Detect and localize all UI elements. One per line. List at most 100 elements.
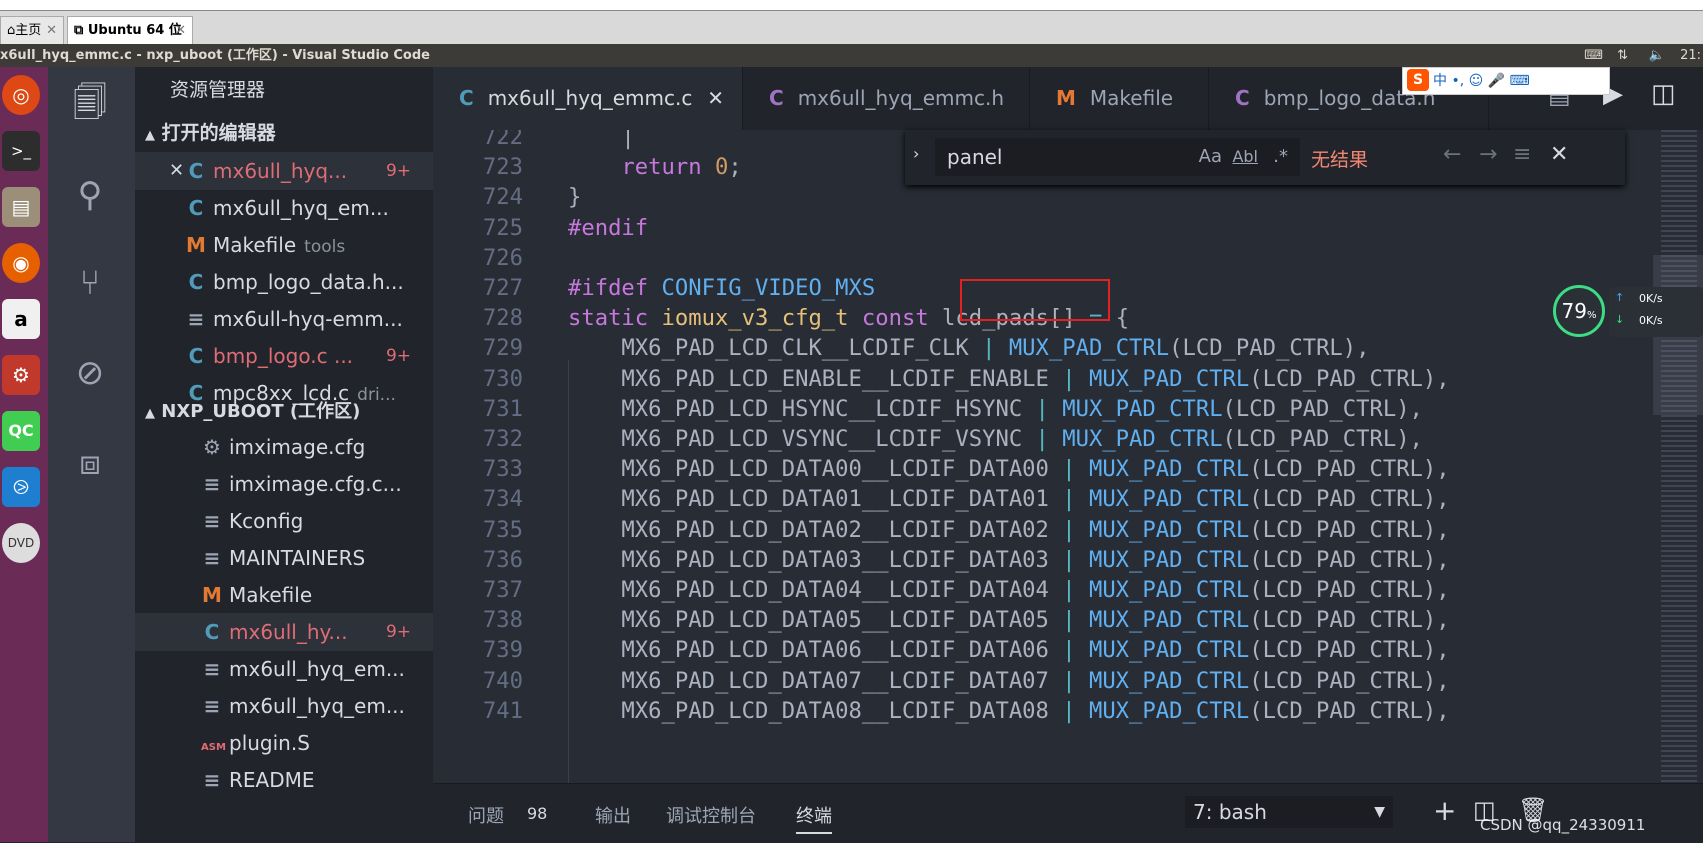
arrow-right-icon[interactable]: → <box>1479 142 1497 167</box>
vm-tab-ubuntu[interactable]: ⧉ Ubuntu 64 位 ✕ <box>67 16 193 44</box>
find-input[interactable]: panel Aa Abl .* <box>935 138 1300 176</box>
tab-debug-console[interactable]: 调试控制台 <box>666 802 756 828</box>
regex-toggle[interactable]: .* <box>1273 138 1288 176</box>
open-editor-item[interactable]: ✕ Cmx6ull_hyq... 9+ <box>135 152 433 190</box>
input-method-bar[interactable]: S中 •, ☺ 🎤 ⌨ <box>1402 67 1610 95</box>
close-icon[interactable]: ✕ <box>169 152 184 190</box>
code-line[interactable]: MX6_PAD_LCD_DATA06__LCDIF_DATA06 | MUX_P… <box>568 637 1449 663</box>
close-icon[interactable]: ✕ <box>46 17 57 45</box>
code-editor[interactable]: 722 | 723 return 0; 724} 725 #endif 726 727 #if… <box>433 130 1653 783</box>
code-line[interactable]: | <box>568 130 634 150</box>
open-editor-item[interactable]: Cbmp_logo.c ... 9+ <box>135 337 433 375</box>
line-number: 724 <box>482 184 523 211</box>
keyboard-icon[interactable]: ⌨ <box>1584 44 1603 67</box>
code-line[interactable]: MX6_PAD_LCD_DATA00__LCDIF_DATA00 | MUX_P… <box>568 456 1449 482</box>
code-line[interactable]: MX6_PAD_LCD_DATA04__LCDIF_DATA04 | MUX_P… <box>568 577 1449 603</box>
file-item[interactable]: ≡ mx6ull_hyq_em... <box>135 650 433 688</box>
code-line[interactable]: MX6_PAD_LCD_HSYNC__LCDIF_HSYNC | MUX_PAD… <box>568 396 1423 422</box>
terminal-icon[interactable]: >_ <box>2 131 40 171</box>
code-line[interactable]: MX6_PAD_LCD_DATA07__LCDIF_DATA07 | MUX_P… <box>568 668 1449 694</box>
code-line[interactable]: MX6_PAD_LCD_DATA01__LCDIF_DATA01 | MUX_P… <box>568 486 1449 512</box>
source-control-icon[interactable]: ⑂ <box>68 261 112 305</box>
text-file-icon: ≡ <box>203 472 221 496</box>
close-icon[interactable]: ✕ <box>707 67 724 130</box>
code-line[interactable]: #ifdef CONFIG_VIDEO_MXS <box>568 275 875 301</box>
add-terminal-icon[interactable]: + <box>1433 794 1456 827</box>
tab-mx6ull-hyq-emmc-h[interactable]: Cmx6ull_hyq_emmc.h <box>743 67 1030 130</box>
open-editor-item[interactable]: Cmx6ull_hyq_em... <box>135 189 433 227</box>
asm-file-icon: ASM <box>201 742 226 753</box>
firefox-icon[interactable]: ◉ <box>2 243 40 283</box>
file-item[interactable]: ASM plugin.S <box>135 724 433 762</box>
debug-icon[interactable]: ⊘ <box>68 351 112 395</box>
workspace-header[interactable]: ▲ NXP_UBOOT (工作区) <box>135 393 433 431</box>
amazon-icon[interactable]: a <box>2 299 40 339</box>
chevron-down-icon: ▲ <box>145 406 155 421</box>
code-line[interactable]: MX6_PAD_LCD_DATA03__LCDIF_DATA03 | MUX_P… <box>568 547 1449 573</box>
code-line[interactable]: MX6_PAD_LCD_DATA08__LCDIF_DATA08 | MUX_P… <box>568 698 1449 724</box>
file-item[interactable]: ≡ imximage.cfg.c... <box>135 465 433 503</box>
chevron-right-icon[interactable]: › <box>913 144 919 163</box>
dvd-icon[interactable]: DVD <box>2 523 40 563</box>
match-case-toggle[interactable]: Aa <box>1199 138 1222 176</box>
ubuntu-launcher: ◎ >_ ▤ ◉ a ⚙ QC ⧁ DVD <box>0 67 48 842</box>
code-line[interactable]: } <box>568 184 581 210</box>
arrow-left-icon[interactable]: ← <box>1443 142 1461 167</box>
code-line[interactable]: MX6_PAD_LCD_VSYNC__LCDIF_VSYNC | MUX_PAD… <box>568 426 1423 452</box>
files-icon[interactable]: ▤ <box>2 187 40 227</box>
search-icon[interactable]: ⚲ <box>68 173 112 217</box>
code-line[interactable]: MX6_PAD_LCD_DATA05__LCDIF_DATA05 | MUX_P… <box>568 607 1449 633</box>
file-item[interactable]: ⚙ imximage.cfg <box>135 428 433 466</box>
file-item[interactable]: M Makefile <box>135 576 433 614</box>
clock[interactable]: 21: <box>1680 44 1701 67</box>
c-file-icon: C <box>188 270 204 294</box>
chevron-down-icon: ▲ <box>145 128 155 143</box>
vmware-toolbar-strip <box>0 0 1703 11</box>
open-editor-item[interactable]: ≡ mx6ull-hyq-emm... <box>135 300 433 338</box>
line-number: 729 <box>482 335 523 362</box>
close-icon[interactable]: ✕ <box>1550 142 1568 167</box>
file-item[interactable]: ≡ mx6ull_hyq_em... <box>135 687 433 725</box>
makefile-icon: M <box>186 233 206 257</box>
extensions-icon[interactable]: ⧈ <box>68 441 112 485</box>
tab-mx6ull-hyq-emmc-c[interactable]: Cmx6ull_hyq_emmc.c ✕ <box>433 67 743 130</box>
ubuntu-dash-icon[interactable]: ◎ <box>2 75 40 115</box>
open-editor-item[interactable]: M Makefile tools <box>135 226 433 264</box>
file-item[interactable]: ≡ Kconfig <box>135 502 433 540</box>
settings-icon[interactable]: ⚙ <box>2 355 40 395</box>
match-word-toggle[interactable]: Abl <box>1232 138 1258 176</box>
open-editors-header[interactable]: ▲ 打开的编辑器 <box>135 114 433 152</box>
upload-icon: ↑ <box>1615 291 1625 304</box>
file-item[interactable]: ≡ README <box>135 761 433 799</box>
line-number: 725 <box>482 214 523 241</box>
explorer-icon[interactable]: 🗐 <box>68 81 112 125</box>
find-widget: › panel Aa Abl .* 无结果 ← → ≡ ✕ <box>905 130 1625 185</box>
file-item[interactable]: Cmx6ull_hy... 9+ <box>135 613 433 651</box>
tab-makefile[interactable]: M Makefile <box>1030 67 1209 130</box>
vscode-icon[interactable]: ⧁ <box>2 467 40 507</box>
code-line[interactable]: MX6_PAD_LCD_CLK__LCDIF_CLK | MUX_PAD_CTR… <box>568 335 1369 361</box>
file-name: mx6ull_hyq_em... <box>229 694 405 718</box>
code-line[interactable]: MX6_PAD_LCD_ENABLE__LCDIF_ENABLE | MUX_P… <box>568 366 1449 392</box>
line-number: 730 <box>482 365 523 392</box>
tab-output[interactable]: 输出 <box>595 802 631 828</box>
code-line[interactable]: return 0; <box>568 154 741 180</box>
tab-problems[interactable]: 问题 <box>468 802 504 828</box>
split-editor-icon[interactable]: ◫ <box>1651 79 1676 109</box>
volume-icon[interactable]: 🔈 <box>1649 44 1665 67</box>
close-icon[interactable]: ✕ <box>175 17 186 45</box>
line-number: 733 <box>482 456 523 483</box>
code-line[interactable]: MX6_PAD_LCD_DATA02__LCDIF_DATA02 | MUX_P… <box>568 517 1449 543</box>
open-editor-item[interactable]: Cbmp_logo_data.h... <box>135 263 433 301</box>
qt-creator-icon[interactable]: QC <box>2 411 40 451</box>
tab-terminal[interactable]: 终端 <box>796 802 832 834</box>
terminal-select[interactable]: 7: bash ▼ <box>1185 796 1393 828</box>
gear-icon: ⚙ <box>203 435 221 459</box>
file-item[interactable]: ≡ MAINTAINERS <box>135 539 433 577</box>
line-number: 741 <box>482 697 523 724</box>
vm-tab-home[interactable]: ⌂主页 ✕ <box>0 16 64 44</box>
find-in-selection-icon[interactable]: ≡ <box>1513 142 1531 167</box>
network-icon[interactable]: ⇅ <box>1617 44 1628 67</box>
minimap[interactable] <box>1653 130 1703 783</box>
code-line[interactable]: #endif <box>568 215 648 241</box>
